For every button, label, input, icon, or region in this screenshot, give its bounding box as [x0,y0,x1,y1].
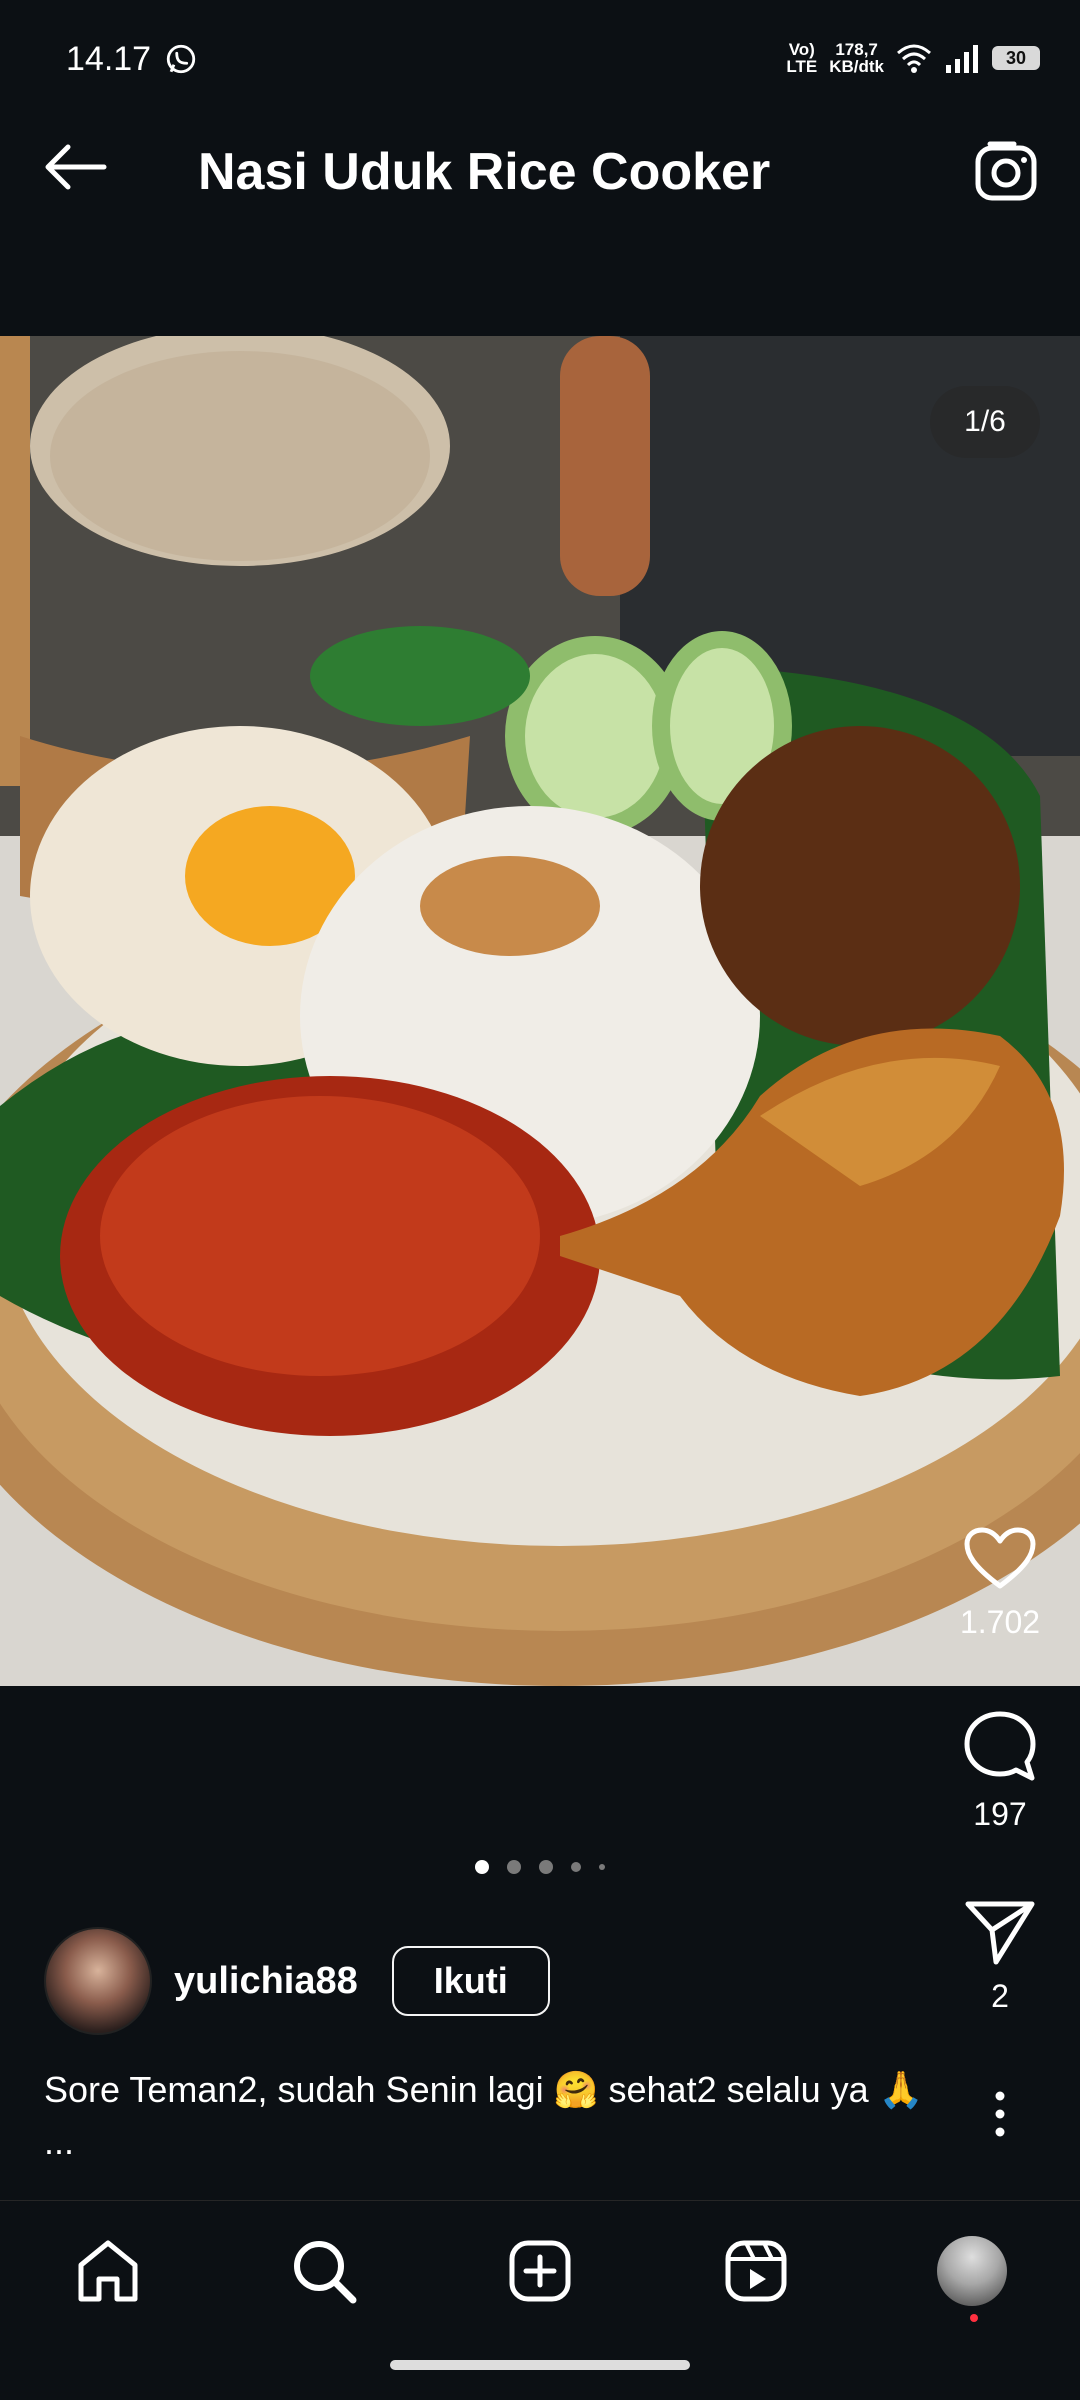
create-icon [509,2240,571,2302]
status-bar: 14.17 Vo) LTE 178,7 KB/dtk 30 [0,0,1080,96]
post-author: yulichia88 Ikuti [44,1927,550,2035]
heart-icon[interactable] [963,1526,1037,1592]
comments-count[interactable]: 197 [973,1796,1026,1833]
whatsapp-icon [166,44,196,74]
author-avatar[interactable] [44,1927,152,2035]
reels-icon [725,2240,787,2302]
nav-create[interactable] [500,2231,580,2311]
profile-avatar [937,2236,1007,2322]
food-photo-illustration [0,336,1080,1686]
comment-action: 197 [920,1710,1080,1833]
page-title: Nasi Uduk Rice Cooker [198,143,771,201]
send-icon[interactable] [964,1900,1036,1966]
follow-button[interactable]: Ikuti [391,1946,550,2016]
carousel-dot [539,1860,553,1874]
post-caption[interactable]: Sore Teman2, sudah Senin lagi 🤗 sehat2 s… [44,2064,944,2168]
carousel-dot [599,1864,605,1870]
volte-indicator: Vo) LTE [786,40,818,76]
carousel-indicator [0,1860,1080,1874]
nav-search[interactable] [284,2231,364,2311]
back-arrow-icon[interactable] [40,142,110,192]
search-icon [294,2241,357,2304]
likes-count[interactable]: 1.702 [960,1604,1040,1641]
home-icon [78,2240,138,2302]
more-action [920,2090,1080,2138]
carousel-dot [571,1862,581,1872]
post-photo[interactable]: 1/6 [0,336,1080,1686]
carousel-dot [475,1860,489,1874]
like-action: 1.702 [920,1526,1080,1641]
header: Nasi Uduk Rice Cooker [0,96,1080,236]
notification-dot [970,2314,978,2322]
author-username[interactable]: yulichia88 [174,1960,358,2003]
comment-icon[interactable] [963,1710,1037,1784]
nav-profile[interactable] [932,2231,1012,2322]
share-action: 2 [920,1900,1080,2015]
nav-home[interactable] [68,2231,148,2311]
home-indicator [390,2360,690,2370]
status-time: 14.17 [66,40,152,78]
nav-reels[interactable] [716,2231,796,2311]
shares-count[interactable]: 2 [991,1978,1009,2015]
bottom-navigation [0,2200,1080,2341]
network-speed: 178,7 KB/dtk [829,40,884,76]
more-vertical-icon[interactable] [990,2090,1010,2138]
carousel-dot [507,1860,521,1874]
